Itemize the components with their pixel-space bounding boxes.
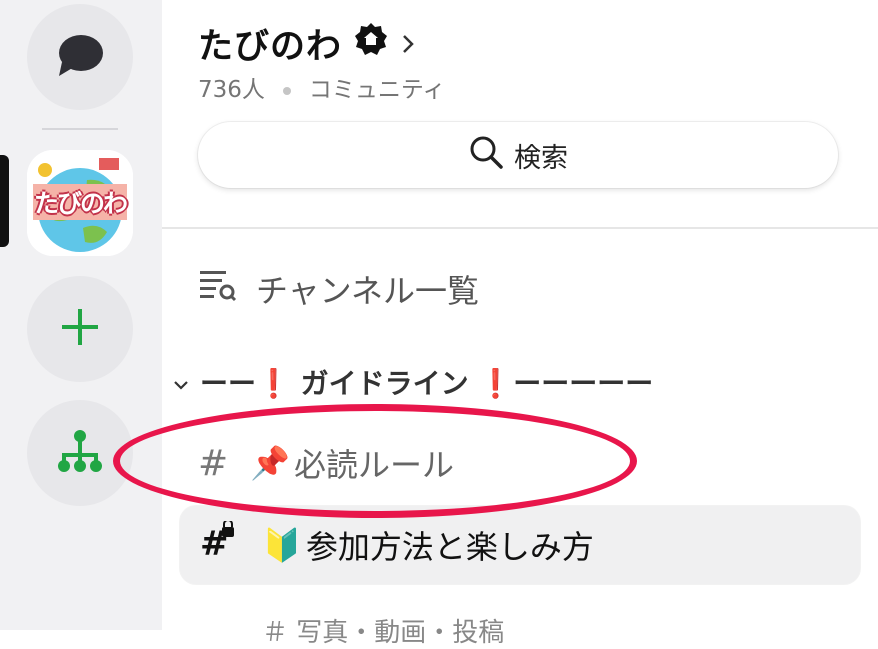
- add-server-button[interactable]: [27, 276, 133, 382]
- home-badge-icon: [354, 22, 388, 65]
- search-icon: [468, 134, 504, 177]
- community-title: たびのわ: [198, 27, 343, 67]
- server-tabinowa[interactable]: たびのわ: [27, 150, 133, 256]
- chevron-right-icon: [400, 24, 416, 64]
- search-label: 検索: [514, 142, 568, 174]
- channel-panel: たびのわ 736人 コミュニティ 検索 チャンネル一覧 ーー❗ ガイドライン ❗…: [162, 0, 878, 648]
- chevron-down-icon: [172, 366, 190, 399]
- annotation-ellipse: [113, 404, 637, 518]
- chat-bubble-icon: [56, 32, 104, 82]
- messages-button[interactable]: [27, 4, 133, 110]
- active-server-indicator: [0, 155, 9, 247]
- rail-divider: [42, 128, 118, 130]
- category-name: ーー❗ ガイドライン ❗ーーーーー: [200, 367, 654, 400]
- search-button[interactable]: 検索: [198, 122, 838, 188]
- community-meta: 736人 コミュニティ: [198, 70, 446, 104]
- category-guidelines[interactable]: ーー❗ ガイドライン ❗ーーーーー: [172, 362, 653, 402]
- list-search-icon: [198, 267, 238, 311]
- server-rail: たびのわ: [0, 0, 162, 630]
- channel-how-to-join[interactable]: # 🔰 参加方法と楽しみ方: [180, 506, 860, 584]
- panel-divider: [162, 227, 878, 229]
- hierarchy-icon: [55, 429, 105, 477]
- plus-icon: [60, 307, 100, 351]
- locked-hash-icon: #: [200, 519, 240, 569]
- partial-channel-row[interactable]: ＃ 写真・動画・投稿: [262, 612, 504, 649]
- community-type: コミュニティ: [308, 77, 446, 103]
- community-header[interactable]: たびのわ: [198, 18, 416, 69]
- server-icon-label: たびのわ: [33, 184, 128, 220]
- separator-dot: [282, 86, 291, 95]
- channel-name: 参加方法と楽しみ方: [305, 528, 594, 566]
- channel-emoji: 🔰: [262, 526, 302, 564]
- member-count: 736人: [198, 77, 265, 103]
- channel-list-label: チャンネル一覧: [256, 272, 480, 310]
- channel-list-button[interactable]: チャンネル一覧: [198, 266, 479, 312]
